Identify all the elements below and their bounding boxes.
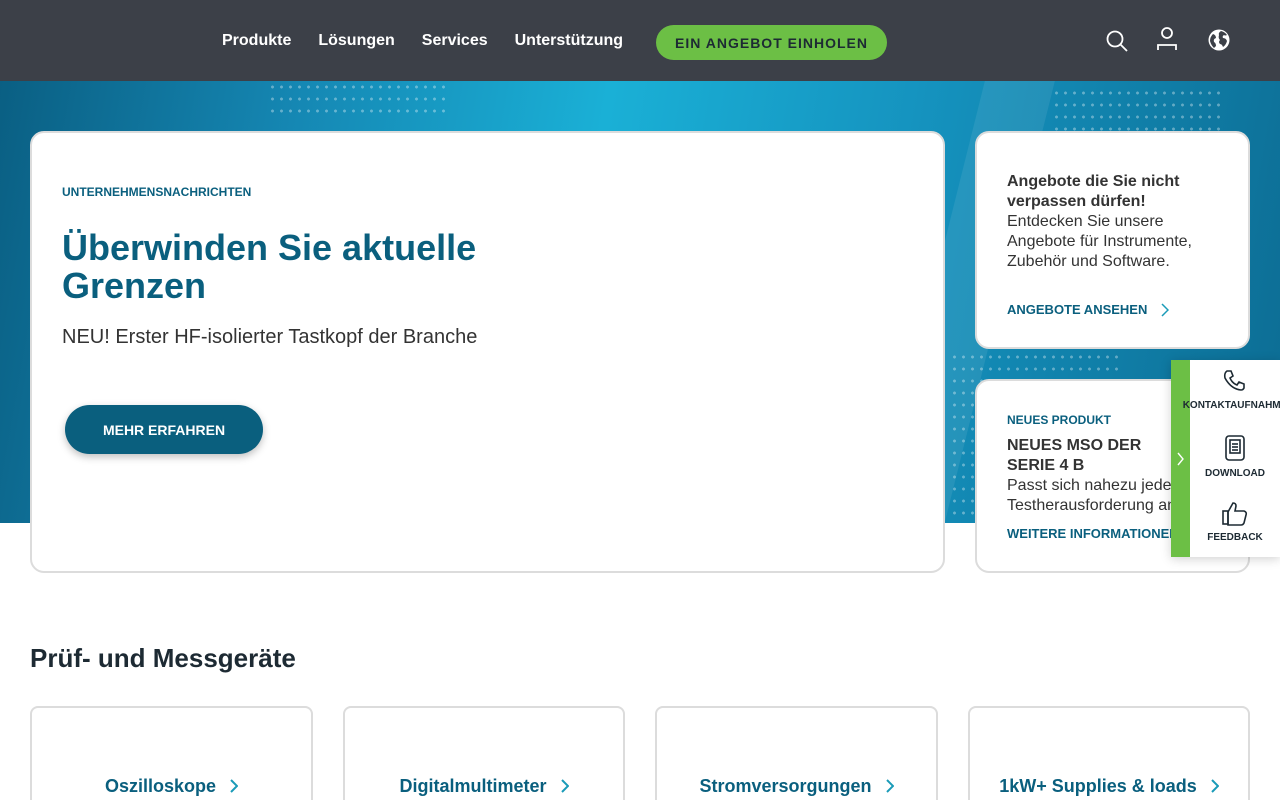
offers-card-title: Angebote die Sie nicht verpassen dürfen! — [1007, 173, 1180, 210]
phone-icon — [1223, 370, 1245, 391]
nav-produkte[interactable]: Produkte — [222, 32, 291, 50]
chevron-right-icon — [560, 779, 569, 793]
get-quote-button[interactable]: EIN ANGEBOT EINHOLEN — [656, 25, 887, 60]
float-item-feedback-label: FEEDBACK — [1207, 532, 1263, 543]
search-icon[interactable] — [1102, 26, 1132, 56]
thumbs-up-icon — [1222, 502, 1248, 526]
category-label-text: Digitalmultimeter — [399, 775, 547, 796]
category-card-digitalmultimeter[interactable]: Digitalmultimeter — [343, 706, 625, 800]
float-item-feedback[interactable]: FEEDBACK — [1190, 500, 1280, 543]
chevron-right-icon — [1211, 779, 1219, 793]
new-product-eyebrow: NEUES PRODUKT — [1007, 413, 1112, 427]
section-title: Prüf- und Messgeräte — [30, 643, 296, 673]
learn-more-button[interactable]: MEHR ERFAHREN — [65, 405, 263, 454]
more-info-link-label: WEITERE INFORMATIONEN — [1007, 526, 1179, 541]
chevron-right-icon — [1161, 302, 1170, 317]
category-label-text: Stromversorgungen — [699, 775, 872, 796]
category-label: 1kW+ Supplies & loads — [999, 758, 1219, 800]
hero-dot-pattern — [268, 81, 448, 121]
offers-card-text: Entdecken Sie unsere Angebote für Instru… — [1007, 213, 1192, 270]
chevron-right-icon — [230, 779, 239, 793]
chevron-right-icon — [885, 779, 894, 793]
view-offers-link-label: ANGEBOTE ANSEHEN — [1007, 302, 1148, 317]
view-offers-link[interactable]: ANGEBOTE ANSEHEN — [1007, 302, 1170, 317]
globe-icon[interactable] — [1204, 25, 1234, 55]
category-label-text: 1kW+ Supplies & loads — [999, 775, 1197, 796]
hero-dot-pattern — [1052, 87, 1222, 132]
float-item-download-label: DOWNLOAD — [1205, 468, 1265, 479]
new-product-title: NEUES MSO DER SERIE 4 B — [1007, 437, 1142, 474]
main-nav: Produkte Lösungen Services Unterstützung — [222, 0, 650, 81]
category-label: Stromversorgungen — [699, 758, 894, 800]
offers-card: Angebote die Sie nicht verpassen dürfen!… — [975, 131, 1250, 349]
download-icon — [1225, 435, 1245, 461]
category-label: Digitalmultimeter — [399, 758, 569, 800]
category-card-oszilloskope[interactable]: Oszilloskope — [30, 706, 313, 800]
site-header: Produkte Lösungen Services Unterstützung… — [0, 0, 1280, 81]
more-info-link[interactable]: WEITERE INFORMATIONEN — [1007, 526, 1179, 541]
category-card-stromversorgungen[interactable]: Stromversorgungen — [655, 706, 938, 800]
nav-services[interactable]: Services — [422, 32, 488, 50]
float-item-download[interactable]: DOWNLOAD — [1190, 434, 1280, 479]
category-label: Oszilloskope — [104, 758, 239, 800]
hero-eyebrow: UNTERNEHMENSNACHRICHTEN — [62, 185, 252, 199]
nav-unterstuetzung[interactable]: Unterstützung — [515, 32, 623, 50]
float-item-contact-label: KONTAKTAUFNAHME — [1182, 400, 1280, 411]
contact-float-panel: KONTAKTAUFNAHME DOWNLOAD FEEDBACK — [1171, 360, 1280, 557]
hero-title: Überwinden Sie aktuelle Grenzen — [62, 227, 477, 306]
float-panel-toggle[interactable] — [1171, 360, 1190, 557]
float-item-contact[interactable]: KONTAKTAUFNAHME — [1183, 368, 1280, 411]
nav-loesungen[interactable]: Lösungen — [318, 32, 394, 50]
hero-subtitle: NEU! Erster HF-isolierter Tastkopf der B… — [62, 326, 478, 348]
user-icon[interactable] — [1152, 24, 1182, 54]
chevron-right-icon — [1177, 452, 1184, 465]
category-label-text: Oszilloskope — [104, 775, 217, 796]
hero-card: UNTERNEHMENSNACHRICHTEN Überwinden Sie a… — [30, 131, 945, 573]
category-card-1kw-supplies[interactable]: 1kW+ Supplies & loads — [968, 706, 1250, 800]
